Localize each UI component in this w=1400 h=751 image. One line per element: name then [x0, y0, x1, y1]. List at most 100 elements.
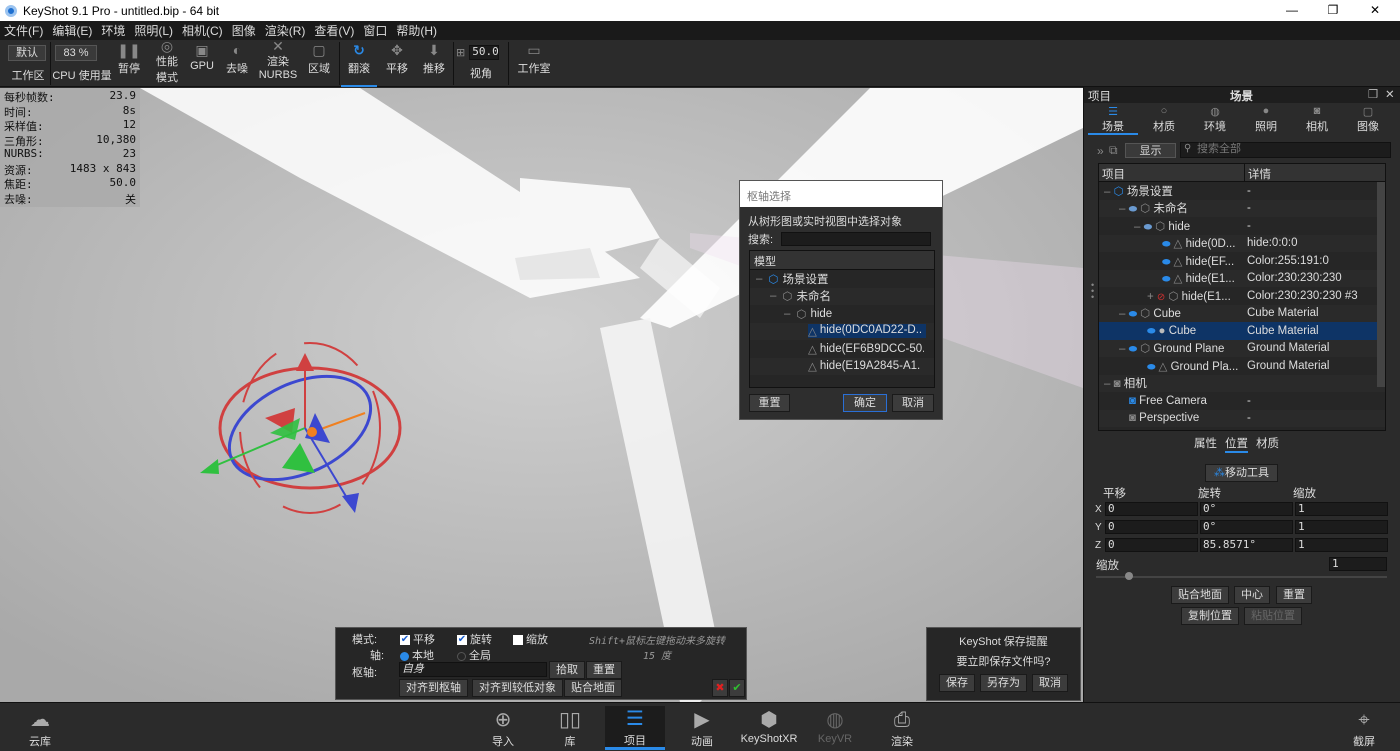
cancel-save-button[interactable]: 取消 [1032, 674, 1068, 692]
scale-slider[interactable] [1096, 576, 1387, 578]
align-to-pivot-button[interactable]: 对齐到枢轴 [399, 679, 468, 697]
tree-row[interactable]: – ⬬ ⬡ 未命名 - [1099, 199, 1385, 217]
tab-image[interactable]: ▢ 图像 [1343, 105, 1393, 134]
reset-position-button[interactable]: 重置 [1276, 586, 1312, 604]
menu-camera[interactable]: 相机(C) [182, 22, 223, 39]
column-header-item[interactable]: 项目 [1099, 164, 1245, 181]
uniform-scale-input[interactable]: 1 [1329, 557, 1387, 571]
dolly-button[interactable]: ⬇ 推移 [418, 40, 450, 87]
tree-row[interactable]: ⬬ △ Ground Pla... Ground Material [1099, 357, 1385, 375]
tab-scene[interactable]: ☰ 场景 [1088, 105, 1138, 135]
save-as-button[interactable]: 另存为 [980, 674, 1027, 692]
pivot-search-input[interactable] [781, 232, 932, 246]
pick-button[interactable]: 拾取 [549, 661, 585, 679]
performance-mode-button[interactable]: ◎ 性能 模式 [150, 39, 184, 87]
gpu-button[interactable]: ▣ GPU [188, 40, 216, 87]
studio-button[interactable]: ▭ 工作室 [514, 40, 554, 87]
translate-z-input[interactable]: 0 [1105, 538, 1198, 552]
move-tool-button[interactable]: ⁂移动工具 [1205, 464, 1278, 482]
cancel-transform-icon[interactable]: ✖ [712, 679, 728, 697]
scale-slider-handle[interactable] [1125, 572, 1133, 580]
menu-environment[interactable]: 环境 [101, 22, 125, 39]
tree-row[interactable]: – ◙ 相机 [1099, 374, 1385, 392]
tab-camera[interactable]: ◙ 相机 [1292, 105, 1342, 134]
tree-row[interactable]: – ⬬ ⬡ Cube Cube Material [1099, 304, 1385, 322]
menu-help[interactable]: 帮助(H) [396, 22, 437, 39]
scale-y-input[interactable]: 1 [1295, 520, 1388, 534]
screenshot-button[interactable]: ⌖ 截屏 [1334, 707, 1394, 749]
denoise-button[interactable]: ◐ 去噪 [222, 40, 252, 87]
eye-icon[interactable]: ⬬ [1147, 326, 1156, 337]
tab-lighting[interactable]: ● 照明 [1241, 105, 1291, 134]
eye-icon[interactable]: ⬬ [1129, 344, 1138, 355]
menu-view[interactable]: 查看(V) [314, 22, 354, 39]
keyshotxr-button[interactable]: ⬢ KeyShotXR [738, 707, 800, 745]
eye-icon[interactable]: ⬬ [1162, 239, 1171, 250]
tab-materials[interactable]: ○ 材质 [1139, 105, 1189, 134]
tree-row[interactable]: – ⬬ ⬡ hide - [1099, 217, 1385, 235]
tree-row[interactable]: – ⬡ 场景设置 [750, 270, 934, 288]
reset-pivot-button[interactable]: 重置 [586, 661, 622, 679]
region-button[interactable]: ▢ 区域 [303, 40, 335, 87]
tree-row[interactable]: – ⬬ ⬡ Ground Plane Ground Material [1099, 339, 1385, 357]
panel-resize-handle[interactable]: • • • [1091, 281, 1094, 302]
ok-button[interactable]: 确定 [843, 394, 887, 412]
eye-icon[interactable]: ⬬ [1129, 309, 1138, 320]
rotate-checkbox[interactable]: ✔ 旋转 [457, 631, 492, 647]
tab-environment[interactable]: ◍ 环境 [1190, 105, 1240, 134]
column-header-detail[interactable]: 详情 [1245, 164, 1274, 181]
workspace-select[interactable]: 默认 [8, 45, 46, 61]
scale-x-input[interactable]: 1 [1295, 502, 1388, 516]
rotate-z-input[interactable]: 85.8571° [1200, 538, 1293, 552]
translate-y-input[interactable]: 0 [1105, 520, 1198, 534]
local-radio[interactable]: 本地 [400, 647, 434, 663]
translate-x-input[interactable]: 0 [1105, 502, 1198, 516]
cpu-select[interactable]: 83 % [55, 45, 97, 61]
eye-icon[interactable]: ⬬ [1129, 204, 1138, 215]
global-radio[interactable]: 全局 [457, 647, 491, 663]
rotate-x-input[interactable]: 0° [1200, 502, 1293, 516]
save-button[interactable]: 保存 [939, 674, 975, 692]
menu-window[interactable]: 窗口 [363, 22, 387, 39]
tree-scrollbar[interactable] [1377, 182, 1385, 387]
tree-row[interactable]: △ hide(E19A2845-A1. [750, 357, 934, 375]
translate-checkbox[interactable]: ✔ 平移 [400, 631, 435, 647]
float-panel-icon[interactable]: ❐ [1368, 87, 1378, 101]
menu-edit[interactable]: 编辑(E) [52, 22, 92, 39]
render-nurbs-button[interactable]: ✕ 渲染 NURBS [258, 39, 298, 87]
minimize-button[interactable]: — [1272, 0, 1312, 21]
align-to-lower-button[interactable]: 对齐到较低对象 [472, 679, 563, 697]
snap-to-ground-button[interactable]: 贴合地面 [564, 679, 622, 697]
animation-button[interactable]: ▶ 动画 [672, 707, 732, 749]
tree-row-selected[interactable]: △ hide(0DC0AD22-D.. [750, 322, 934, 340]
eye-icon[interactable]: ⬬ [1147, 362, 1156, 373]
import-button[interactable]: ⊕ 导入 [473, 707, 533, 749]
expand-icon[interactable]: » [1097, 144, 1104, 158]
cloud-library-button[interactable]: ☁ 云库 [10, 707, 70, 749]
pan-button[interactable]: ✥ 平移 [381, 40, 413, 87]
project-button[interactable]: ☰ 项目 [605, 706, 665, 750]
tree-row[interactable]: – ⬡ 未命名 [750, 287, 934, 305]
close-button[interactable]: ✕ [1355, 0, 1395, 21]
scale-checkbox[interactable]: 缩放 [513, 631, 548, 647]
tree-row[interactable]: △ hide(EF6B9DCC-50.. [750, 340, 934, 358]
center-button[interactable]: 中心 [1234, 586, 1270, 604]
tree-row[interactable]: ⬬ △ hide(E1... Color:230:230:230 [1099, 269, 1385, 287]
tree-row[interactable]: + ⊘ ⬡ hide(E1... Color:230:230:230 #3 [1099, 287, 1385, 305]
subtab-properties[interactable]: 属性 [1194, 435, 1217, 453]
filter-icon[interactable]: ⧉ [1109, 143, 1118, 158]
eye-icon[interactable]: ⬬ [1162, 274, 1171, 285]
hidden-eye-icon[interactable]: ⊘ [1157, 292, 1165, 303]
show-select[interactable]: 显示 [1125, 143, 1176, 158]
library-button[interactable]: ▯▯ 库 [540, 707, 600, 749]
cancel-button[interactable]: 取消 [892, 394, 934, 412]
subtab-position[interactable]: 位置 [1225, 435, 1248, 453]
menu-image[interactable]: 图像 [232, 22, 256, 39]
tumble-button[interactable]: ↻ 翻滚 [341, 40, 377, 87]
reset-button[interactable]: 重置 [749, 394, 790, 412]
pause-button[interactable]: ❚❚ 暂停 [114, 40, 144, 87]
render-button[interactable]: ⎙ 渲染 [872, 707, 932, 749]
tree-row[interactable]: ⬬ △ hide(0D... hide:0:0:0 [1099, 234, 1385, 252]
maximize-button[interactable]: ❐ [1313, 0, 1353, 21]
cpu-control[interactable]: 83 % CPU 使用量 [52, 40, 112, 87]
